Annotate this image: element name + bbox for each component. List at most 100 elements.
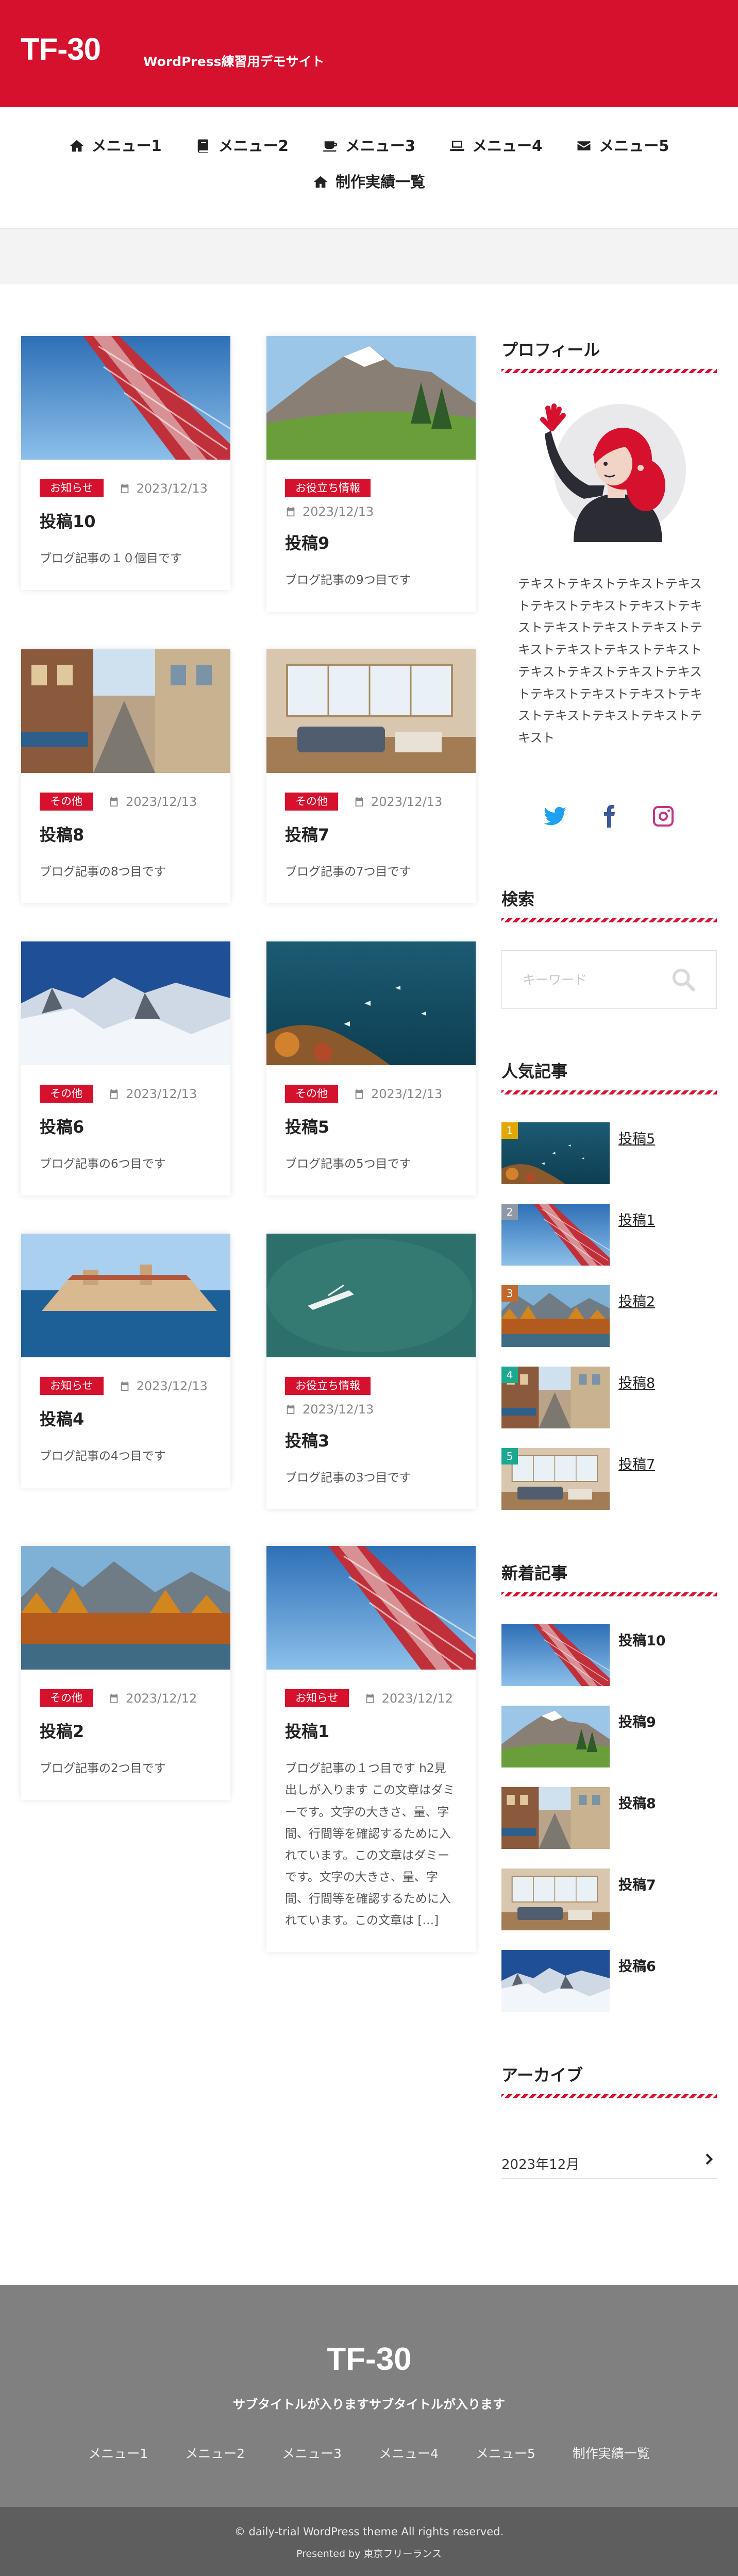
post-title[interactable]: 投稿10 [40,512,212,531]
popular-post-title[interactable]: 投稿5 [618,1127,655,1148]
breadcrumb-band [0,229,738,284]
post-title[interactable]: 投稿5 [285,1117,457,1137]
post-card[interactable]: お役立ち情報 2023/12/13 投稿3 ブログ記事の3つ目です [266,1234,476,1510]
post-card[interactable]: その他 2023/12/13 投稿7 ブログ記事の7つ目です [266,649,476,904]
archive-item[interactable]: 2023年12月 [501,2140,717,2179]
instagram-icon[interactable] [651,804,676,829]
category-badge[interactable]: その他 [285,793,338,811]
footer-nav-item[interactable]: メニュー3 [282,2444,342,2462]
recent-post-title[interactable]: 投稿9 [618,1711,656,1731]
profile-text: テキストテキストテキストテキストテキストテキストテキストテキストテキストテキスト… [518,577,702,746]
category-badge[interactable]: その他 [40,1689,93,1707]
post-excerpt: ブログ記事の7つ目です [285,865,411,879]
post-title[interactable]: 投稿3 [285,1431,457,1451]
popular-post-title[interactable]: 投稿8 [618,1372,655,1392]
footer-nav-item[interactable]: メニュー5 [476,2444,535,2462]
post-card[interactable]: その他 2023/12/13 投稿6 ブログ記事の6つ目です [21,941,230,1196]
post-excerpt: ブログ記事の１０個目です [40,552,182,566]
post-title[interactable]: 投稿9 [285,533,457,553]
popular-post-title[interactable]: 投稿1 [618,1209,655,1229]
recent-post-thumbnail[interactable] [501,1868,610,1930]
category-badge[interactable]: お役立ち情報 [285,1377,371,1395]
post-thumbnail[interactable] [266,1234,476,1357]
nav-item-menu1[interactable]: メニュー1 [69,138,162,154]
popular-post-title[interactable]: 投稿2 [618,1290,655,1310]
recent-post-item[interactable]: 投稿7 [501,1868,717,1930]
copyright-bar: © daily-trial WordPress theme All rights… [0,2507,738,2576]
popular-post-item[interactable]: 4 投稿8 [501,1367,717,1428]
site-logo[interactable]: TF-30 [21,34,101,65]
footer-nav-item[interactable]: メニュー2 [185,2444,245,2462]
recent-post-title[interactable]: 投稿6 [618,1955,656,1975]
recent-post-item[interactable]: 投稿6 [501,1950,717,2012]
twitter-icon[interactable] [543,804,567,829]
recent-post-thumbnail[interactable] [501,1787,610,1849]
post-date: 2023/12/13 [126,1086,197,1101]
category-badge[interactable]: お役立ち情報 [285,479,371,497]
popular-post-title[interactable]: 投稿7 [618,1453,655,1473]
post-card[interactable]: その他 2023/12/13 投稿5 ブログ記事の5つ目です [266,941,476,1196]
post-card[interactable]: お知らせ 2023/12/12 投稿1 ブログ記事の１つ目です h2見出しが入りま… [266,1546,476,1952]
calendar-icon [287,507,295,517]
post-thumbnail[interactable] [266,336,476,460]
nav-item-label: メニュー4 [472,137,543,155]
popular-post-item[interactable]: 5 投稿7 [501,1448,717,1510]
nav-item-menu2[interactable]: メニュー2 [196,138,289,154]
recent-post-thumbnail[interactable] [501,1950,610,2012]
recent-post-title[interactable]: 投稿7 [618,1874,656,1894]
nav-item-menu4[interactable]: メニュー4 [449,138,542,154]
category-badge[interactable]: お知らせ [40,1377,104,1395]
nav-item-menu3[interactable]: メニュー3 [323,138,415,154]
footer-nav: メニュー1 メニュー2 メニュー3 メニュー4 メニュー5 制作実績一覧 [0,2444,738,2462]
recent-post-title[interactable]: 投稿10 [618,1629,666,1649]
post-thumbnail[interactable] [266,649,476,773]
category-badge[interactable]: その他 [285,1085,338,1103]
post-thumbnail[interactable] [266,1546,476,1670]
post-card[interactable]: その他 2023/12/12 投稿2 ブログ記事の2つ目です [21,1546,230,1800]
post-thumbnail[interactable] [21,941,230,1065]
nav-item-menu5[interactable]: メニュー5 [576,138,669,154]
post-date: 2023/12/13 [303,1402,374,1417]
post-thumbnail[interactable] [21,649,230,773]
post-title[interactable]: 投稿6 [40,1117,212,1137]
post-thumbnail[interactable] [21,336,230,460]
category-badge[interactable]: その他 [40,1085,93,1103]
post-card[interactable]: その他 2023/12/13 投稿8 ブログ記事の8つ目です [21,649,230,904]
footer-nav-item[interactable]: 制作実績一覧 [573,2444,650,2462]
post-card[interactable]: お役立ち情報 2023/12/13 投稿9 ブログ記事の9つ目です [266,336,476,612]
recent-post-thumbnail[interactable] [501,1706,610,1767]
post-title[interactable]: 投稿7 [285,825,457,845]
post-title[interactable]: 投稿4 [40,1409,212,1429]
laptop-icon [450,141,464,151]
post-date: 2023/12/12 [381,1691,453,1706]
recent-post-item[interactable]: 投稿10 [501,1624,717,1686]
category-badge[interactable]: お知らせ [40,479,104,497]
post-thumbnail[interactable] [21,1234,230,1357]
popular-post-item[interactable]: 3 投稿2 [501,1285,717,1347]
recent-post-thumbnail[interactable] [501,1624,610,1686]
post-card[interactable]: お知らせ 2023/12/13 投稿4 ブログ記事の4つ目です [21,1234,230,1488]
facebook-icon[interactable] [597,804,622,829]
footer-logo[interactable]: TF-30 [0,2344,738,2376]
footer-nav-item[interactable]: メニュー1 [88,2444,148,2462]
post-thumbnail[interactable] [266,941,476,1065]
post-card[interactable]: お知らせ 2023/12/13 投稿10 ブログ記事の１０個目です [21,336,230,591]
post-title[interactable]: 投稿8 [40,825,212,845]
recent-post-title[interactable]: 投稿8 [618,1792,656,1812]
category-badge[interactable]: その他 [40,793,93,811]
search-icon[interactable] [670,966,697,993]
calendar-icon [121,1381,128,1391]
recent-post-item[interactable]: 投稿8 [501,1787,717,1849]
presented-by: Presented by 東京フリーランス [296,2548,442,2560]
nav-item-works[interactable]: 制作実績一覧 [313,174,425,190]
category-badge[interactable]: お知らせ [285,1689,349,1707]
popular-post-item[interactable]: 1 投稿5 [501,1122,717,1184]
recent-post-item[interactable]: 投稿9 [501,1706,717,1767]
footer-nav-item[interactable]: メニュー4 [379,2444,439,2462]
post-thumbnail[interactable] [21,1546,230,1670]
search-input[interactable] [523,969,662,990]
post-title[interactable]: 投稿2 [40,1722,212,1741]
calendar-icon [110,797,118,806]
popular-post-item[interactable]: 2 投稿1 [501,1204,717,1266]
post-title[interactable]: 投稿1 [285,1722,457,1741]
